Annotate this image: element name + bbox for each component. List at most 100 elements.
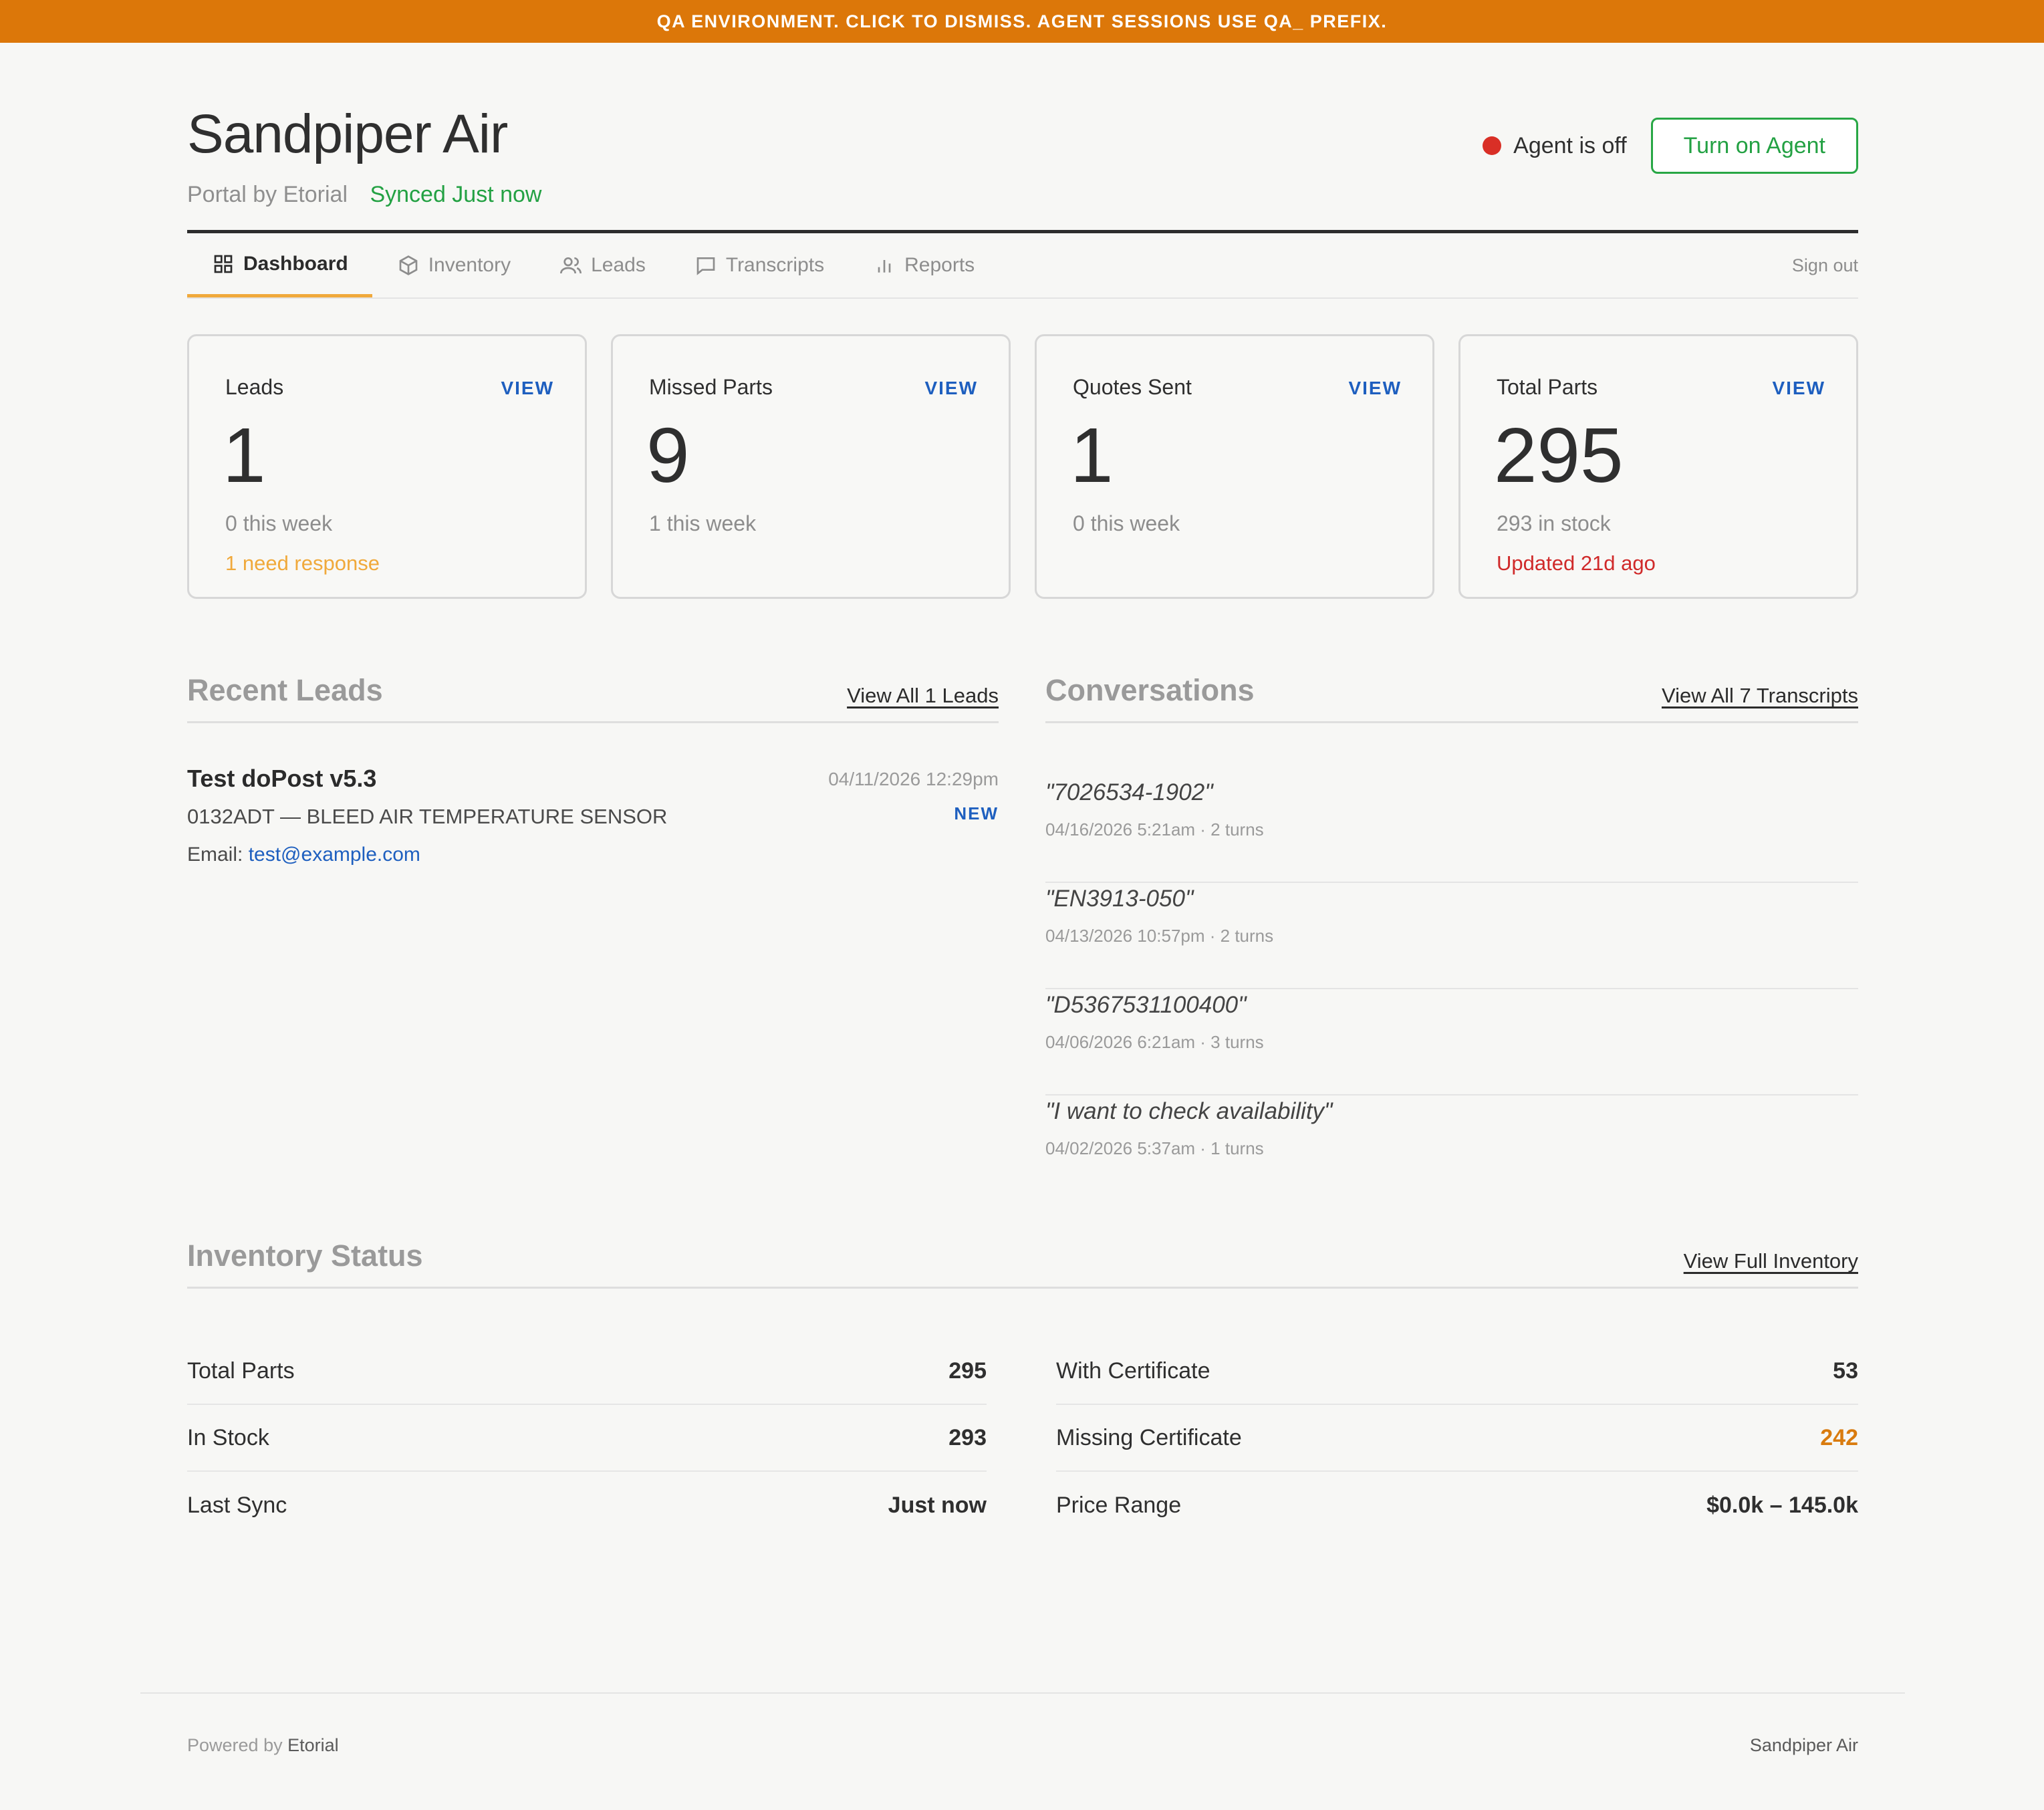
- card-label: Leads: [225, 375, 284, 399]
- view-missed-parts-link[interactable]: VIEW: [924, 378, 978, 399]
- view-parts-link[interactable]: VIEW: [1772, 378, 1825, 399]
- lead-part: 0132ADT — BLEED AIR TEMPERATURE SENSOR: [187, 805, 668, 828]
- conversation-meta: 04/16/2026 5:21am · 2 turns: [1045, 819, 1264, 839]
- subtitle: Portal by Etorial Synced Just now: [187, 183, 541, 206]
- stat-value: 242: [1820, 1424, 1858, 1450]
- chat-icon: [696, 257, 715, 275]
- inventory-row: With Certificate 53: [1056, 1338, 1858, 1405]
- tab-label: Dashboard: [243, 252, 348, 275]
- conversation-meta: 04/13/2026 10:57pm · 2 turns: [1045, 926, 1274, 946]
- stat-cards: Leads VIEW 1 0 this week 1 need response…: [187, 334, 1858, 599]
- stat-label: Price Range: [1056, 1492, 1182, 1518]
- sign-out-link[interactable]: Sign out: [1792, 255, 1858, 276]
- stat-value: $0.0k – 145.0k: [1706, 1492, 1858, 1518]
- box-icon: [399, 255, 418, 275]
- inventory-row: Last Sync Just now: [187, 1472, 987, 1539]
- stat-label: Missing Certificate: [1056, 1424, 1242, 1450]
- conversation-quote: "7026534-1902": [1045, 779, 1213, 805]
- agent-status-dot-icon: [1483, 136, 1502, 155]
- card-subtext: 1 this week: [649, 511, 757, 535]
- inventory-stats: Total Parts 295 In Stock 293 Last Sync J…: [187, 1338, 1858, 1539]
- tab-inventory[interactable]: Inventory: [372, 233, 535, 297]
- section-title: Recent Leads: [187, 673, 383, 707]
- recent-leads-header: Recent Leads View All 1 Leads: [187, 670, 999, 723]
- conversation-quote: "D5367531100400": [1045, 992, 1247, 1018]
- conversation-item[interactable]: "7026534-1902" 04/16/2026 5:21am · 2 tur…: [1045, 777, 1858, 883]
- page-title: Sandpiper Air: [187, 104, 508, 164]
- conversation-meta: 04/02/2026 5:37am · 1 turns: [1045, 1138, 1264, 1158]
- card-subtext: 293 in stock: [1497, 511, 1611, 535]
- main-nav: Dashboard Inventory Leads Transcripts Re…: [187, 233, 1858, 299]
- sync-status: Synced Just now: [370, 182, 542, 207]
- stat-card-leads: Leads VIEW 1 0 this week 1 need response: [187, 334, 587, 599]
- powered-by-brand: Etorial: [287, 1735, 339, 1755]
- conversation-list: "7026534-1902" 04/16/2026 5:21am · 2 tur…: [1045, 777, 1858, 1202]
- card-label: Total Parts: [1497, 375, 1598, 399]
- inventory-row: Missing Certificate 242: [1056, 1405, 1858, 1472]
- stat-value: 293: [948, 1424, 987, 1450]
- stat-label: In Stock: [187, 1424, 269, 1450]
- stat-label: With Certificate: [1056, 1358, 1210, 1384]
- inventory-stats-left: Total Parts 295 In Stock 293 Last Sync J…: [187, 1338, 987, 1539]
- lead-item[interactable]: Test doPost v5.3 0132ADT — BLEED AIR TEM…: [187, 765, 999, 912]
- lead-date: 04/11/2026 12:29pm: [828, 769, 999, 789]
- turn-on-agent-button[interactable]: Turn on Agent: [1650, 118, 1858, 174]
- card-note: Updated 21d ago: [1497, 551, 1656, 575]
- card-value: 1: [1070, 412, 1114, 499]
- conversation-quote: "EN3913-050": [1045, 886, 1194, 912]
- section-title: Inventory Status: [187, 1239, 423, 1273]
- conversation-quote: "I want to check availability": [1045, 1098, 1333, 1124]
- view-full-inventory-link[interactable]: View Full Inventory: [1684, 1249, 1858, 1273]
- lead-name: Test doPost v5.3: [187, 765, 377, 792]
- tab-label: Reports: [904, 254, 975, 276]
- card-subtext: 0 this week: [225, 511, 333, 535]
- conversation-item[interactable]: "I want to check availability" 04/02/202…: [1045, 1095, 1858, 1202]
- tab-label: Inventory: [428, 254, 511, 276]
- stat-card-total-parts: Total Parts VIEW 295 293 in stock Update…: [1458, 334, 1858, 599]
- page-footer: Powered by Etorial Sandpiper Air: [140, 1692, 1905, 1774]
- bar-chart-icon: [878, 260, 891, 273]
- tab-leads[interactable]: Leads: [535, 233, 670, 297]
- powered-by-prefix: Powered by: [187, 1735, 283, 1755]
- tab-transcripts[interactable]: Transcripts: [670, 233, 848, 297]
- conversations-header: Conversations View All 7 Transcripts: [1045, 670, 1858, 723]
- conversation-item[interactable]: "EN3913-050" 04/13/2026 10:57pm · 2 turn…: [1045, 883, 1858, 989]
- footer-site-name: Sandpiper Air: [1749, 1735, 1858, 1755]
- inventory-status-header: Inventory Status View Full Inventory: [187, 1235, 1858, 1289]
- inventory-row: In Stock 293: [187, 1405, 987, 1472]
- agent-controls: Agent is off Turn on Agent: [1483, 118, 1858, 174]
- tab-reports[interactable]: Reports: [848, 233, 999, 297]
- qa-banner[interactable]: QA ENVIRONMENT. CLICK TO DISMISS. AGENT …: [0, 0, 2044, 43]
- view-all-leads-link[interactable]: View All 1 Leads: [847, 684, 999, 708]
- stat-card-quotes-sent: Quotes Sent VIEW 1 0 this week: [1035, 334, 1434, 599]
- email-link[interactable]: test@example.com: [249, 844, 420, 866]
- tab-label: Leads: [591, 254, 646, 276]
- card-note: 1 need response: [225, 551, 380, 575]
- grid-icon: [214, 255, 233, 273]
- view-all-transcripts-link[interactable]: View All 7 Transcripts: [1662, 684, 1858, 708]
- conversation-item[interactable]: "D5367531100400" 04/06/2026 6:21am · 3 t…: [1045, 989, 1858, 1095]
- stat-card-missed-parts: Missed Parts VIEW 9 1 this week: [611, 334, 1011, 599]
- email-label: Email:: [187, 844, 243, 866]
- stat-value: 295: [948, 1358, 987, 1384]
- stat-value: 53: [1833, 1358, 1858, 1384]
- tab-dashboard[interactable]: Dashboard: [187, 233, 372, 297]
- inventory-stats-right: With Certificate 53 Missing Certificate …: [1056, 1338, 1858, 1539]
- inventory-row: Total Parts 295: [187, 1338, 987, 1405]
- card-label: Quotes Sent: [1073, 375, 1192, 399]
- card-value: 9: [646, 412, 690, 499]
- card-label: Missed Parts: [649, 375, 773, 399]
- users-icon: [560, 257, 582, 274]
- view-quotes-link[interactable]: VIEW: [1348, 378, 1402, 399]
- portal-label: Portal by Etorial: [187, 182, 348, 207]
- conversation-meta: 04/06/2026 6:21am · 3 turns: [1045, 1032, 1264, 1052]
- stat-value: Just now: [888, 1492, 987, 1518]
- view-leads-link[interactable]: VIEW: [501, 378, 554, 399]
- stat-label: Last Sync: [187, 1492, 287, 1518]
- page-header: Sandpiper Air Portal by Etorial Synced J…: [187, 43, 1858, 233]
- card-subtext: 0 this week: [1073, 511, 1180, 535]
- powered-by: Powered by Etorial: [187, 1735, 339, 1756]
- section-title: Conversations: [1045, 673, 1255, 707]
- lead-email: Email: test@example.com: [187, 844, 420, 866]
- tab-label: Transcripts: [725, 254, 825, 276]
